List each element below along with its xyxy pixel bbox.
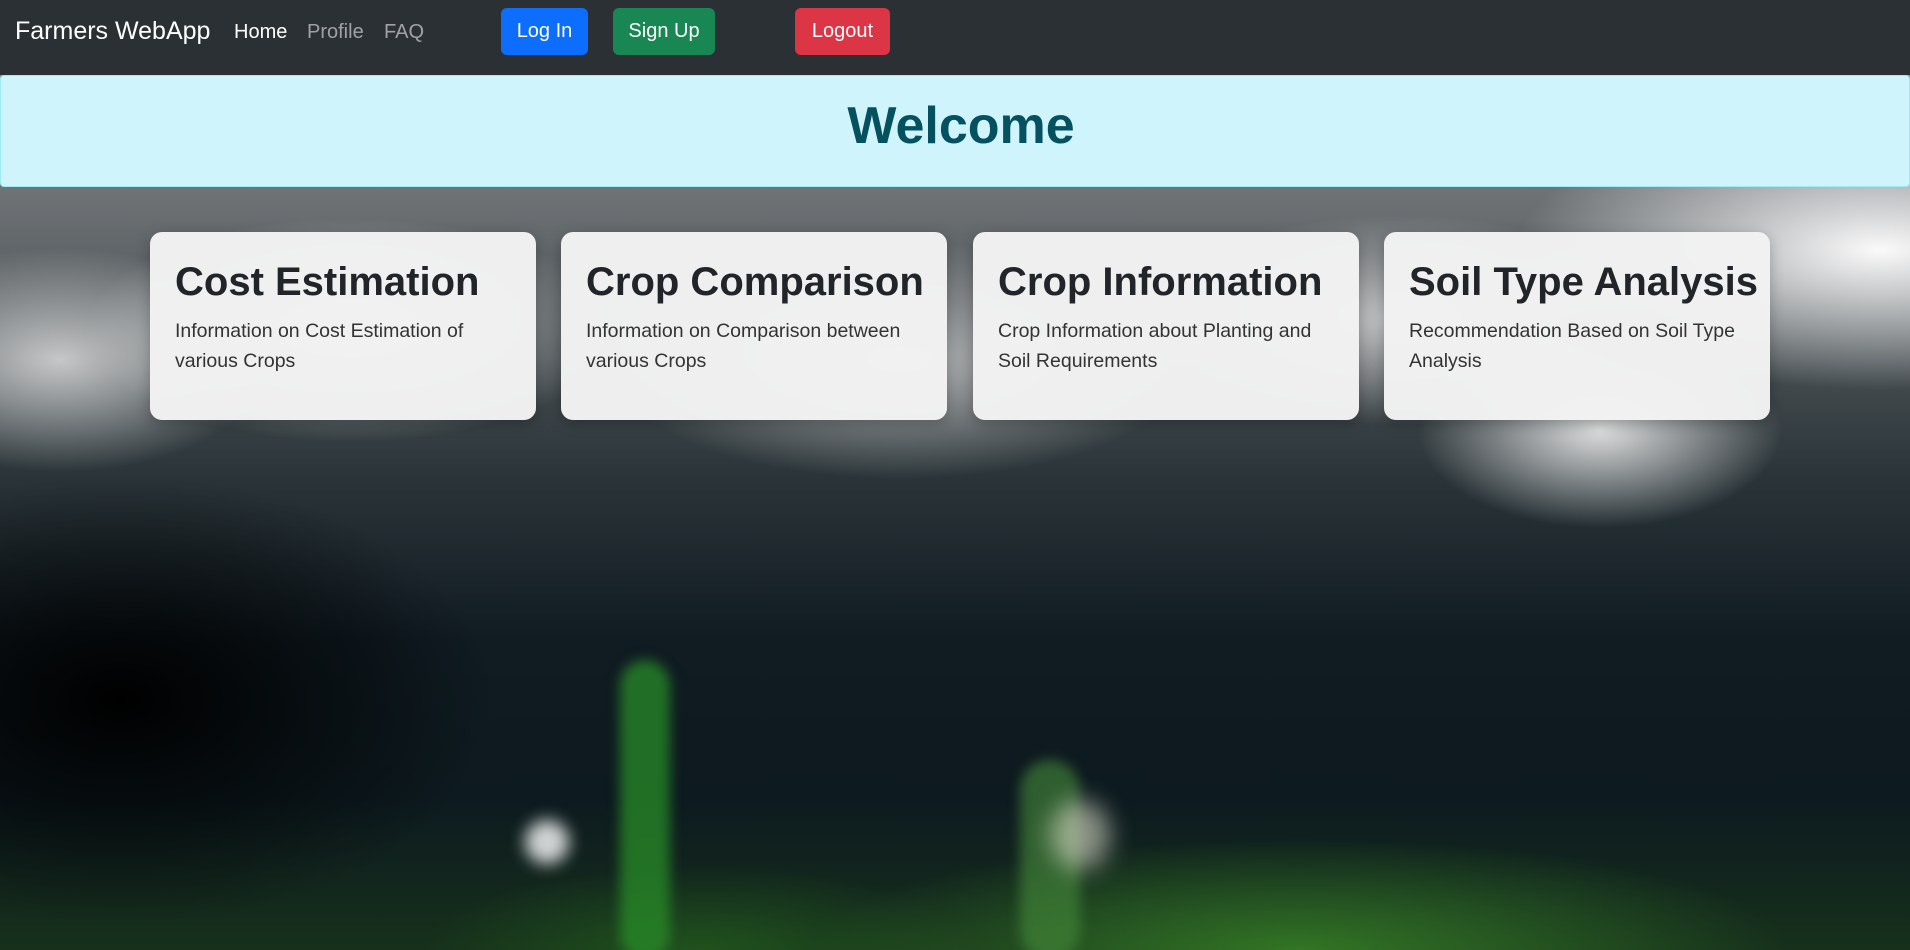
card-crop-information[interactable]: Crop Information Crop Information about …	[973, 232, 1359, 420]
card-soil-type-analysis[interactable]: Soil Type Analysis Recommendation Based …	[1384, 232, 1770, 420]
card-text: Information on Comparison between variou…	[586, 320, 901, 373]
card-text: Recommendation Based on Soil Type Analys…	[1409, 320, 1735, 373]
navbar: Farmers WebApp Home Profile FAQ Log In S…	[0, 0, 1910, 75]
nav-link-home[interactable]: Home	[234, 21, 287, 44]
card-text: Information on Cost Estimation of variou…	[175, 320, 464, 373]
background-light-spot	[1050, 800, 1110, 870]
login-button[interactable]: Log In	[501, 8, 588, 55]
card-title: Soil Type Analysis	[1409, 260, 1759, 304]
card-crop-comparison[interactable]: Crop Comparison Information on Compariso…	[561, 232, 947, 420]
logout-button[interactable]: Logout	[795, 8, 890, 55]
nav-link-faq[interactable]: FAQ	[384, 21, 424, 44]
background-plant-stalk	[620, 660, 670, 950]
card-text: Crop Information about Planting and Soil…	[998, 320, 1312, 373]
card-title: Crop Comparison	[586, 260, 924, 304]
card-cost-estimation[interactable]: Cost Estimation Information on Cost Esti…	[150, 232, 536, 420]
card-title: Crop Information	[998, 260, 1323, 304]
welcome-title: Welcome	[847, 97, 1075, 155]
card-title: Cost Estimation	[175, 260, 480, 304]
signup-button[interactable]: Sign Up	[613, 8, 715, 55]
welcome-banner: Welcome	[0, 75, 1910, 187]
nav-link-profile[interactable]: Profile	[307, 21, 364, 44]
navbar-brand[interactable]: Farmers WebApp	[15, 17, 210, 46]
background-light-spot	[525, 820, 569, 864]
